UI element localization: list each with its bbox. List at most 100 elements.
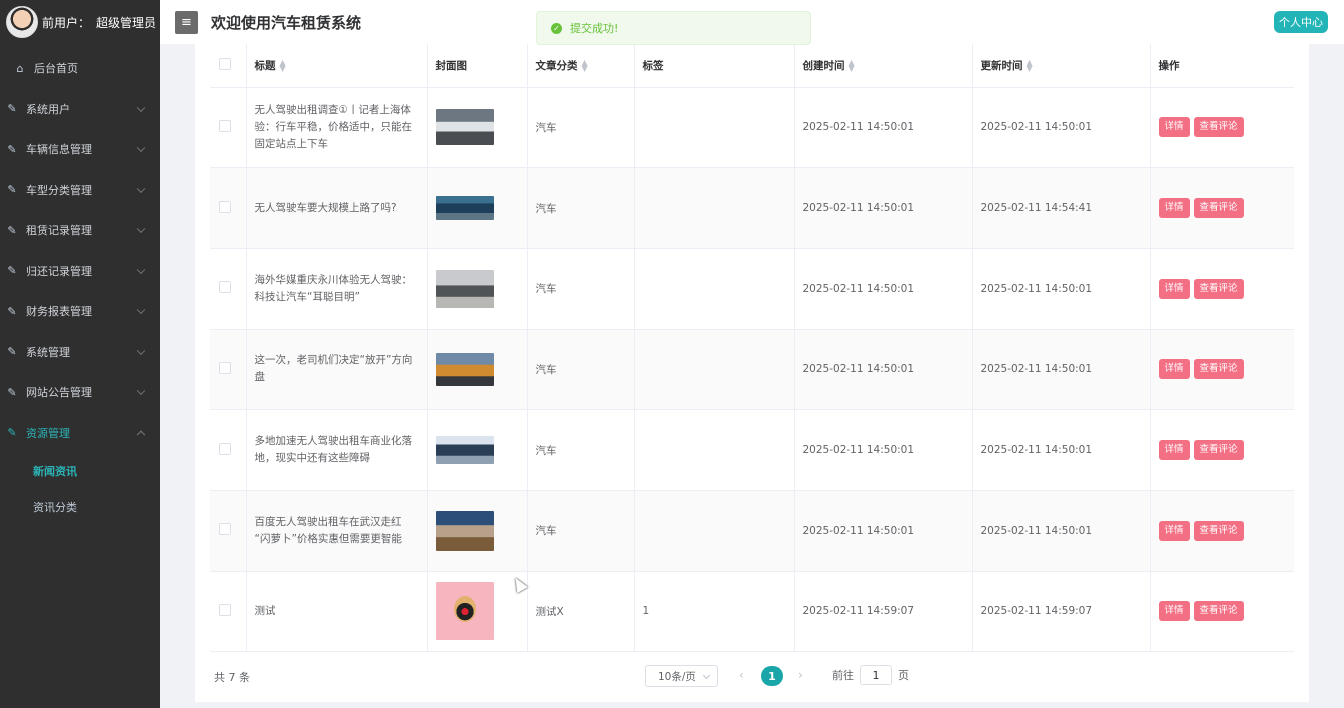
sidebar-item-finance[interactable]: ✎ 财务报表管理 bbox=[0, 291, 160, 332]
cell-tags bbox=[634, 248, 795, 330]
sidebar-item-label: 系统管理 bbox=[26, 345, 70, 359]
avatar[interactable] bbox=[6, 6, 38, 38]
view-comments-button[interactable]: 查看评论 bbox=[1193, 601, 1244, 622]
row-checkbox[interactable] bbox=[219, 281, 231, 294]
column-header-actions: 操作 bbox=[1150, 44, 1294, 88]
detail-button[interactable]: 详情 bbox=[1158, 198, 1190, 219]
page-number-current[interactable]: 1 bbox=[761, 666, 783, 686]
cell-updated: 2025-02-11 14:50:01 bbox=[972, 490, 1151, 572]
edit-icon: ✎ bbox=[7, 304, 17, 318]
column-header-category[interactable]: 文章分类 ▲ ▼ bbox=[527, 44, 635, 88]
column-header-title[interactable]: 标题 ▲ ▼ bbox=[246, 44, 428, 88]
cell-actions: 详情 查看评论 bbox=[1150, 248, 1294, 330]
row-checkbox[interactable] bbox=[219, 523, 231, 536]
chevron-down-icon bbox=[136, 346, 146, 355]
sidebar-item-label: 车型分类管理 bbox=[26, 183, 92, 197]
sidebar-item-returns[interactable]: ✎ 归还记录管理 bbox=[0, 251, 160, 292]
toast-message: 提交成功! bbox=[570, 22, 619, 35]
row-checkbox[interactable] bbox=[219, 119, 231, 132]
chevron-down-icon bbox=[136, 103, 146, 112]
cell-category: 汽车 bbox=[527, 167, 635, 249]
edit-icon: ✎ bbox=[7, 223, 17, 237]
column-header-created[interactable]: 创建时间 ▲ ▼ bbox=[794, 44, 973, 88]
menu-toggle-button[interactable]: ≡ bbox=[175, 10, 198, 34]
sidebar-item-vehicles[interactable]: ✎ 车辆信息管理 bbox=[0, 129, 160, 170]
sidebar-item-label: 资源管理 bbox=[26, 426, 70, 440]
cell-updated: 2025-02-11 14:54:41 bbox=[972, 167, 1151, 249]
sidebar-subitem-news[interactable]: 新闻资讯 bbox=[0, 453, 160, 489]
view-comments-button[interactable]: 查看评论 bbox=[1193, 198, 1244, 219]
cell-cover bbox=[427, 490, 528, 572]
cover-image[interactable] bbox=[435, 196, 494, 221]
sort-icon[interactable]: ▲ ▼ bbox=[849, 58, 855, 72]
sidebar-item-announcements[interactable]: ✎ 网站公告管理 bbox=[0, 372, 160, 413]
row-checkbox[interactable] bbox=[219, 603, 231, 616]
next-page-icon[interactable]: › bbox=[798, 668, 803, 682]
edit-icon: ✎ bbox=[7, 264, 17, 278]
sidebar-item-system[interactable]: ✎ 系统管理 bbox=[0, 332, 160, 373]
sidebar-subitem-news-category[interactable]: 资讯分类 bbox=[0, 489, 160, 525]
sidebar-item-label: 网站公告管理 bbox=[26, 386, 92, 400]
table-row: 测试 测试X 1 2025-02-11 14:59:07 2025-02-11 … bbox=[210, 571, 1294, 653]
sort-icon[interactable]: ▲ ▼ bbox=[1027, 58, 1033, 72]
detail-button[interactable]: 详情 bbox=[1158, 278, 1190, 299]
sidebar-item-system-users[interactable]: ✎ 系统用户 bbox=[0, 89, 160, 130]
cell-title: 多地加速无人驾驶出租车商业化落地，现实中还有这些障碍 bbox=[246, 409, 428, 491]
detail-button[interactable]: 详情 bbox=[1158, 520, 1190, 541]
table-row: 百度无人驾驶出租车在武汉走红 “闪萝卜”价格实惠但需要更智能 汽车 2025-0… bbox=[210, 490, 1294, 572]
goto-prefix: 前往 bbox=[832, 669, 854, 682]
hamburger-icon: ≡ bbox=[181, 14, 192, 30]
cell-actions: 详情 查看评论 bbox=[1150, 167, 1294, 249]
cover-image[interactable] bbox=[435, 582, 494, 641]
sidebar-item-vehicle-types[interactable]: ✎ 车型分类管理 bbox=[0, 170, 160, 211]
cell-created: 2025-02-11 14:50:01 bbox=[794, 167, 973, 249]
detail-button[interactable]: 详情 bbox=[1158, 440, 1190, 461]
cell-created: 2025-02-11 14:50:01 bbox=[794, 248, 973, 330]
view-comments-button[interactable]: 查看评论 bbox=[1193, 117, 1244, 138]
view-comments-button[interactable]: 查看评论 bbox=[1193, 278, 1244, 299]
user-role: 超级管理员 bbox=[96, 15, 157, 30]
table-row: 海外华媒重庆永川体验无人驾驶：科技让汽车“耳聪目明” 汽车 2025-02-11… bbox=[210, 248, 1294, 330]
personal-center-button[interactable]: 个人中心 bbox=[1274, 11, 1328, 33]
cell-created: 2025-02-11 14:50:01 bbox=[794, 490, 973, 572]
sidebar-item-home[interactable]: ⌂ 后台首页 bbox=[0, 48, 160, 89]
chevron-down-icon bbox=[136, 184, 146, 193]
cell-title: 无人驾驶车要大规模上路了吗? bbox=[246, 167, 428, 249]
row-checkbox[interactable] bbox=[219, 200, 231, 213]
cell-updated: 2025-02-11 14:50:01 bbox=[972, 248, 1151, 330]
sidebar-item-resources[interactable]: ✎ 资源管理 bbox=[0, 413, 160, 454]
cover-image[interactable] bbox=[435, 436, 494, 465]
detail-button[interactable]: 详情 bbox=[1158, 117, 1190, 138]
cell-updated: 2025-02-11 14:59:07 bbox=[972, 571, 1151, 653]
cell-category: 汽车 bbox=[527, 409, 635, 491]
view-comments-button[interactable]: 查看评论 bbox=[1193, 359, 1244, 380]
cover-image[interactable] bbox=[435, 352, 494, 386]
cell-tags bbox=[634, 409, 795, 491]
sidebar-menu: ⌂ 后台首页 ✎ 系统用户 ✎ 车辆信息管理 ✎ 车型分类管理 ✎ 租赁记录管理… bbox=[0, 48, 160, 525]
user-label: 前用户： bbox=[42, 15, 91, 30]
prev-page-icon[interactable]: ‹ bbox=[739, 668, 744, 682]
cover-image[interactable] bbox=[435, 269, 494, 308]
column-header-updated[interactable]: 更新时间 ▲ ▼ bbox=[972, 44, 1151, 88]
detail-button[interactable]: 详情 bbox=[1158, 359, 1190, 380]
sidebar-item-rentals[interactable]: ✎ 租赁记录管理 bbox=[0, 210, 160, 251]
row-checkbox[interactable] bbox=[219, 361, 231, 374]
view-comments-button[interactable]: 查看评论 bbox=[1193, 520, 1244, 541]
page-size-select[interactable]: 10条/页 bbox=[645, 665, 718, 687]
select-all-checkbox[interactable] bbox=[219, 57, 231, 70]
cell-cover bbox=[427, 329, 528, 411]
cell-created: 2025-02-11 14:50:01 bbox=[794, 329, 973, 411]
cell-category: 测试X bbox=[527, 571, 635, 653]
cell-tags bbox=[634, 490, 795, 572]
sort-icon[interactable]: ▲ ▼ bbox=[280, 58, 286, 72]
detail-button[interactable]: 详情 bbox=[1158, 601, 1190, 622]
sort-icon[interactable]: ▲ ▼ bbox=[582, 58, 588, 72]
sidebar: 前用户： 超级管理员 ⌂ 后台首页 ✎ 系统用户 ✎ 车辆信息管理 ✎ 车型分类… bbox=[0, 0, 160, 708]
chevron-down-icon bbox=[136, 265, 146, 274]
view-comments-button[interactable]: 查看评论 bbox=[1193, 440, 1244, 461]
cover-image[interactable] bbox=[435, 109, 494, 146]
table-row: 无人驾驶车要大规模上路了吗? 汽车 2025-02-11 14:50:01 20… bbox=[210, 167, 1294, 249]
row-checkbox[interactable] bbox=[219, 442, 231, 455]
goto-page-input[interactable]: 1 bbox=[860, 665, 892, 685]
cover-image[interactable] bbox=[435, 510, 494, 551]
